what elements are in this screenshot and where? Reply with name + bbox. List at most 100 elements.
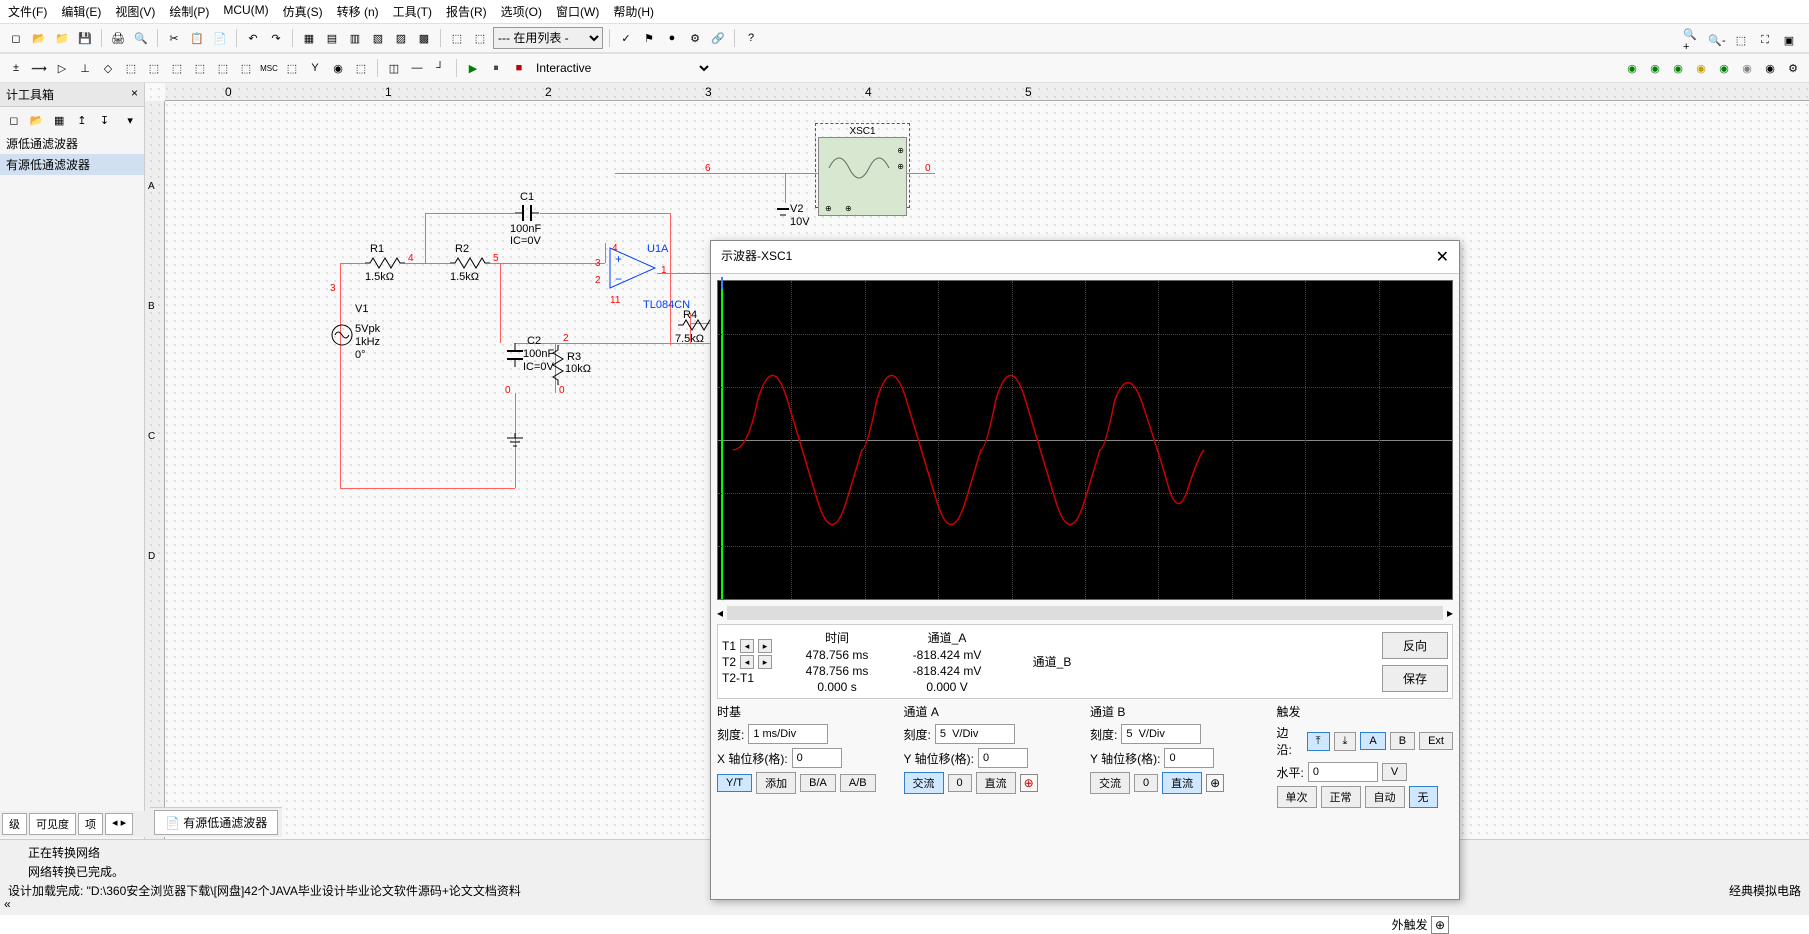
menu-help[interactable]: 帮助(H) [613,3,654,20]
t1-right-icon[interactable]: ▸ [758,639,772,653]
osc-scrollbar[interactable] [727,606,1443,620]
probe1-icon[interactable]: ◉ [1622,58,1642,78]
settings-icon[interactable]: ⚙ [685,28,705,48]
resistor-r2-icon[interactable] [450,256,490,270]
link-icon[interactable]: 🔗 [708,28,728,48]
paste-icon[interactable]: 📄 [210,28,230,48]
chan-a-scale-input[interactable] [935,724,1015,744]
panel6-icon[interactable]: ▩ [414,28,434,48]
level-input[interactable] [1308,762,1378,782]
design-tab[interactable]: 📄 有源低通滤波器 [154,810,278,835]
panel-grid-icon[interactable]: ▦ [49,110,69,130]
probe-settings-icon[interactable]: ⚙ [1783,58,1803,78]
probe2-icon[interactable]: ◉ [1645,58,1665,78]
close-icon[interactable]: ✕ [1436,247,1449,267]
normal-button[interactable]: 正常 [1321,786,1361,808]
left-tab-visible[interactable]: 可见度 [29,813,76,835]
panel-item-1[interactable]: 源低通滤波器 [0,133,144,154]
save-icon[interactable]: 💾 [75,28,95,48]
menu-reports[interactable]: 报告(R) [446,3,487,20]
menu-file[interactable]: 文件(F) [8,3,47,20]
capacitor-c1-icon[interactable] [515,203,539,223]
new-icon[interactable]: ◻ [6,28,26,48]
none-button[interactable]: 无 [1409,786,1438,808]
mcu-icon[interactable]: ⬚ [351,58,371,78]
edge-rising-button[interactable]: ⤒ [1307,732,1330,751]
osc-scroll-left-icon[interactable]: ◂ [717,606,723,620]
left-tab-nav[interactable]: ◂ ▸ [105,813,133,835]
probe5-icon[interactable]: ◉ [1714,58,1734,78]
flag-icon[interactable]: ⚑ [639,28,659,48]
menu-edit[interactable]: 编辑(E) [61,3,101,20]
menu-simulate[interactable]: 仿真(S) [283,3,323,20]
panel-menu-icon[interactable]: ▾ [120,110,140,130]
stop-icon[interactable]: ■ [509,58,529,78]
t1-left-icon[interactable]: ◂ [740,639,754,653]
status-collapse-icon[interactable]: « [4,897,11,911]
msc-icon[interactable]: MSC [259,58,279,78]
sim-mode-select[interactable]: Interactive [532,57,712,79]
chan-a-dc-button[interactable]: 直流 [976,772,1016,794]
chan-a-zero-button[interactable]: 0 [948,774,972,792]
add-button[interactable]: 添加 [756,772,796,794]
open2-icon[interactable]: 📁 [52,28,72,48]
battery-icon[interactable] [775,203,791,223]
hier-icon[interactable]: ◫ [384,58,404,78]
chan-a-ypos-input[interactable] [978,748,1028,768]
panel-new-icon[interactable]: ◻ [4,110,24,130]
redo-icon[interactable]: ↷ [266,28,286,48]
analog-icon[interactable]: ◇ [98,58,118,78]
chan-a-ac-button[interactable]: 交流 [904,772,944,794]
panel-open-icon[interactable]: 📂 [27,110,47,130]
panel-down-icon[interactable]: ↧ [95,110,115,130]
ac-source-icon[interactable] [330,323,354,347]
left-tab-item[interactable]: 项 [78,813,103,835]
ext-trigger-connector-icon[interactable]: ⊕ [1431,916,1449,934]
src-icon[interactable]: ± [6,58,26,78]
ground-icon[interactable] [505,433,525,449]
trigger-ext-button[interactable]: Ext [1419,732,1453,750]
bus-icon[interactable]: — [407,58,427,78]
oscilloscope-symbol[interactable]: XSC1 ⊕ ⊕ ⊕ ⊕ [815,123,910,208]
panel3-icon[interactable]: ▥ [345,28,365,48]
menu-tools[interactable]: 工具(T) [393,3,432,20]
save-button[interactable]: 保存 [1382,665,1448,692]
probe7-icon[interactable]: ◉ [1760,58,1780,78]
junc-icon[interactable]: ┘ [430,58,450,78]
trigger-b-button[interactable]: B [1390,732,1415,750]
timebase-scale-input[interactable] [748,724,828,744]
fullscreen-icon[interactable]: ▣ [1779,30,1799,50]
chan-b-zero-button[interactable]: 0 [1134,774,1158,792]
chan-a-connector-icon[interactable]: ⊕ [1020,774,1038,792]
probe6-icon[interactable]: ◉ [1737,58,1757,78]
cmos-icon[interactable]: ⬚ [144,58,164,78]
print-icon[interactable]: 🖨 [108,28,128,48]
comp1-icon[interactable]: ⬚ [447,28,467,48]
chan-b-ac-button[interactable]: 交流 [1090,772,1130,794]
reverse-button[interactable]: 反向 [1382,632,1448,659]
cut-icon[interactable]: ✂ [164,28,184,48]
t2-right-icon[interactable]: ▸ [758,655,772,669]
timebase-xpos-input[interactable] [792,748,842,768]
capacitor-c2-icon[interactable] [505,343,525,367]
in-use-list-select[interactable]: --- 在用列表 - [493,27,603,49]
panel5-icon[interactable]: ▨ [391,28,411,48]
ba-button[interactable]: B/A [800,774,836,792]
single-button[interactable]: 单次 [1277,786,1317,808]
menu-view[interactable]: 视图(V) [115,3,155,20]
transistor-icon[interactable]: ⊥ [75,58,95,78]
mixed-icon[interactable]: ⬚ [190,58,210,78]
pause-icon[interactable]: ⏸ [486,58,506,78]
chan-b-dc-button[interactable]: 直流 [1162,772,1202,794]
left-tab-level[interactable]: 级 [2,813,27,835]
trigger-a-button[interactable]: A [1360,732,1385,750]
zoom-out-icon[interactable]: 🔍- [1707,30,1727,50]
copy-icon[interactable]: 📋 [187,28,207,48]
preview-icon[interactable]: 🔍 [131,28,151,48]
panel-up-icon[interactable]: ↥ [72,110,92,130]
open-icon[interactable]: 📂 [29,28,49,48]
chan-b-scale-input[interactable] [1121,724,1201,744]
rf-icon[interactable]: Y [305,58,325,78]
osc-scroll-right-icon[interactable]: ▸ [1447,606,1453,620]
ttl-icon[interactable]: ⬚ [121,58,141,78]
